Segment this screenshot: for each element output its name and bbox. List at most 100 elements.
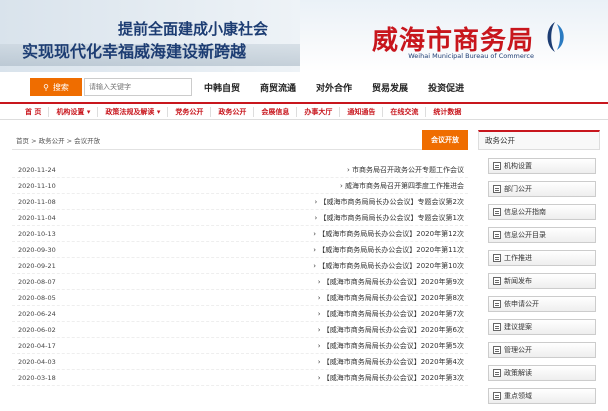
subnav-notices[interactable]: 通知通告 — [339, 106, 382, 117]
sidebar-item[interactable]: 工作推进 — [488, 250, 596, 266]
page: 提前全面建成小康社会 实现现代化幸福威海建设新跨越 威海市商务局 Weihai … — [0, 0, 608, 411]
list-item[interactable]: 2020-08-07 › 【威海市商务局局长办公会议】2020年第9次 — [12, 274, 468, 290]
subnav-government-affairs[interactable]: 政务公开 — [210, 106, 253, 117]
list-item-title[interactable]: › 威海市商务局召开第四季度工作推进会 — [340, 181, 468, 191]
main-nav-foreign-cooperation[interactable]: 对外合作 — [306, 81, 362, 94]
list-item-title[interactable]: › 【威海市商务局局长办公会议】2020年第7次 — [318, 309, 468, 319]
sidebar-item-label: 重点领域 — [504, 392, 532, 400]
subnav-online-exchange[interactable]: 在线交流 — [382, 106, 425, 117]
sidebar-item-label: 信息公开目录 — [504, 231, 546, 239]
list-item-date: 2020-06-02 — [18, 325, 56, 334]
list-item[interactable]: 2020-09-21 › 【威海市商务局局长办公会议】2020年第10次 — [12, 258, 468, 274]
list-item[interactable]: 2020-06-02 › 【威海市商务局局长办公会议】2020年第6次 — [12, 322, 468, 338]
search-input[interactable] — [85, 79, 191, 95]
subnav-party-affairs[interactable]: 党务公开 — [167, 106, 210, 117]
list-item-title[interactable]: › 【威海市商务局局长办公会议】2020年第8次 — [318, 293, 468, 303]
list-item[interactable]: 2020-10-13 › 【威海市商务局局长办公会议】2020年第12次 — [12, 226, 468, 242]
logo-icon[interactable] — [540, 20, 570, 54]
list-icon — [493, 323, 501, 331]
list-item-date: 2020-04-03 — [18, 357, 56, 366]
list-item-date: 2020-11-04 — [18, 213, 56, 222]
subnav-exhibitions[interactable]: 会展信息 — [253, 106, 296, 117]
list-item-title[interactable]: › 【威海市商务局局长办公会议】2020年第12次 — [313, 229, 468, 239]
list-item[interactable]: 2020-11-10 › 威海市商务局召开第四季度工作推进会 — [12, 178, 468, 194]
list-icon — [493, 392, 501, 400]
subnav-policies[interactable]: 政策法规及解读 ▾ — [97, 106, 167, 117]
list-item-title[interactable]: › 【威海市商务局局长办公会议】2020年第9次 — [318, 277, 468, 287]
search-button-label: 搜索 — [52, 82, 69, 92]
search-button[interactable]: ⚲ 搜索 — [30, 78, 82, 96]
slogan-area: 提前全面建成小康社会 实现现代化幸福威海建设新跨越 — [0, 0, 300, 72]
list-item[interactable]: 2020-09-30 › 【威海市商务局局长办公会议】2020年第11次 — [12, 242, 468, 258]
subnav-organization[interactable]: 机构设置 ▾ — [48, 106, 97, 117]
list-item-date: 2020-11-24 — [18, 165, 56, 174]
header-banner: 提前全面建成小康社会 实现现代化幸福威海建设新跨越 威海市商务局 Weihai … — [0, 0, 608, 72]
list-item-date: 2020-11-10 — [18, 181, 56, 190]
list-item-date: 2020-08-05 — [18, 293, 56, 302]
list-item[interactable]: 2020-04-03 › 【威海市商务局局长办公会议】2020年第4次 — [12, 354, 468, 370]
list-item-title[interactable]: › 【威海市商务局局长办公会议】2020年第10次 — [313, 261, 468, 271]
sidebar-item[interactable]: 部门公开 — [488, 181, 596, 197]
breadcrumb[interactable]: 首页 > 政务公开 > 会议开放 — [16, 135, 100, 145]
list-item[interactable]: 2020-11-08 › 【威海市商务局局长办公会议】专题会议第2次 — [12, 194, 468, 210]
list-item[interactable]: 2020-03-18 › 【威海市商务局局长办公会议】2020年第3次 — [12, 370, 468, 386]
list-item-title[interactable]: › 【威海市商务局局长办公会议】2020年第4次 — [318, 357, 468, 367]
list-item-title[interactable]: › 市商务局召开政务公开专题工作会议 — [347, 165, 468, 175]
sidebar-item[interactable]: 新闻发布 — [488, 273, 596, 289]
list-item-date: 2020-03-18 — [18, 373, 56, 382]
right-sidebar: 政务公开 机构设置部门公开信息公开指南 信息公开目录工作推进新闻发布依申请公开建议… — [478, 130, 600, 411]
list-item-title[interactable]: › 【威海市商务局局长办公会议】2020年第5次 — [318, 341, 468, 351]
sidebar-item-label: 管理公开 — [504, 346, 532, 354]
slogan-line-2: 实现现代化幸福威海建设新跨越 — [22, 42, 247, 61]
list-item[interactable]: 2020-11-04 › 【威海市商务局局长办公会议】专题会议第1次 — [12, 210, 468, 226]
main-nav-trade-development[interactable]: 贸易发展 — [362, 81, 418, 94]
list-icon — [493, 254, 501, 262]
list-item-title[interactable]: › 【威海市商务局局长办公会议】2020年第11次 — [313, 245, 468, 255]
sidebar-item-label: 政策解读 — [504, 369, 532, 377]
main-nav-investment-promotion[interactable]: 投资促进 — [418, 81, 474, 94]
sub-nav: 首 页 机构设置 ▾ 政策法规及解读 ▾ 党务公开 政务公开 会展信息 办事大厅… — [0, 102, 608, 120]
sidebar-item[interactable]: 重点领域 — [488, 388, 596, 404]
subnav-service-hall[interactable]: 办事大厅 — [296, 106, 339, 117]
sidebar-item[interactable]: 管理公开 — [488, 342, 596, 358]
main-nav-trade-circulation[interactable]: 商贸流通 — [250, 81, 306, 94]
slogan-line-1: 提前全面建成小康社会 — [118, 20, 269, 38]
search-box — [84, 78, 192, 96]
list-item-date: 2020-04-17 — [18, 341, 56, 350]
list-item-date: 2020-09-21 — [18, 261, 56, 270]
main-nav: 中韩自贸 商贸流通 对外合作 贸易发展 投资促进 — [194, 78, 474, 96]
list-item[interactable]: 2020-11-24 › 市商务局召开政务公开专题工作会议 — [12, 162, 468, 178]
breadcrumb-bar: 首页 > 政务公开 > 会议开放 会议开放 — [12, 130, 468, 150]
subnav-home[interactable]: 首 页 — [18, 107, 48, 117]
sidebar-item[interactable]: 政策解读 — [488, 365, 596, 381]
list-item-title[interactable]: › 【威海市商务局局长办公会议】专题会议第1次 — [315, 213, 468, 223]
list-icon — [493, 277, 501, 285]
sidebar-item[interactable]: 建议提案 — [488, 319, 596, 335]
list-icon — [493, 185, 501, 193]
list-item-title[interactable]: › 【威海市商务局局长办公会议】2020年第3次 — [318, 373, 468, 383]
sidebar-item-label: 依申请公开 — [504, 300, 539, 308]
list-item[interactable]: 2020-08-05 › 【威海市商务局局长办公会议】2020年第8次 — [12, 290, 468, 306]
sidebar-item[interactable]: 信息公开指南 — [488, 204, 596, 220]
sidebar-item[interactable]: 依申请公开 — [488, 296, 596, 312]
list-item[interactable]: 2020-04-17 › 【威海市商务局局长办公会议】2020年第5次 — [12, 338, 468, 354]
site-logo-english: Weihai Municipal Bureau of Commerce — [408, 52, 534, 60]
sidebar-item-label: 部门公开 — [504, 185, 532, 193]
list-item-title[interactable]: › 【威海市商务局局长办公会议】专题会议第2次 — [315, 197, 468, 207]
content-panel: 首页 > 政务公开 > 会议开放 会议开放 2020-11-24 › 市商务局召开… — [0, 130, 470, 411]
list-item[interactable]: 2020-06-24 › 【威海市商务局局长办公会议】2020年第7次 — [12, 306, 468, 322]
main-nav-fta[interactable]: 中韩自贸 — [194, 81, 250, 94]
search-icon: ⚲ — [43, 82, 49, 92]
sidebar-item[interactable]: 机构设置 — [488, 158, 596, 174]
list-item-title[interactable]: › 【威海市商务局局长办公会议】2020年第6次 — [318, 325, 468, 335]
sidebar-item-label: 信息公开指南 — [504, 208, 546, 216]
sidebar-title: 政务公开 — [478, 130, 600, 150]
list-icon — [493, 300, 501, 308]
sidebar-item-label: 新闻发布 — [504, 277, 532, 285]
list-item-date: 2020-06-24 — [18, 309, 56, 318]
subnav-statistics[interactable]: 统计数据 — [425, 106, 468, 117]
section-tab[interactable]: 会议开放 — [422, 130, 468, 150]
article-list: 2020-11-24 › 市商务局召开政务公开专题工作会议 2020-11-10 › … — [12, 162, 468, 386]
list-item-date: 2020-11-08 — [18, 197, 56, 206]
sidebar-item[interactable]: 信息公开目录 — [488, 227, 596, 243]
